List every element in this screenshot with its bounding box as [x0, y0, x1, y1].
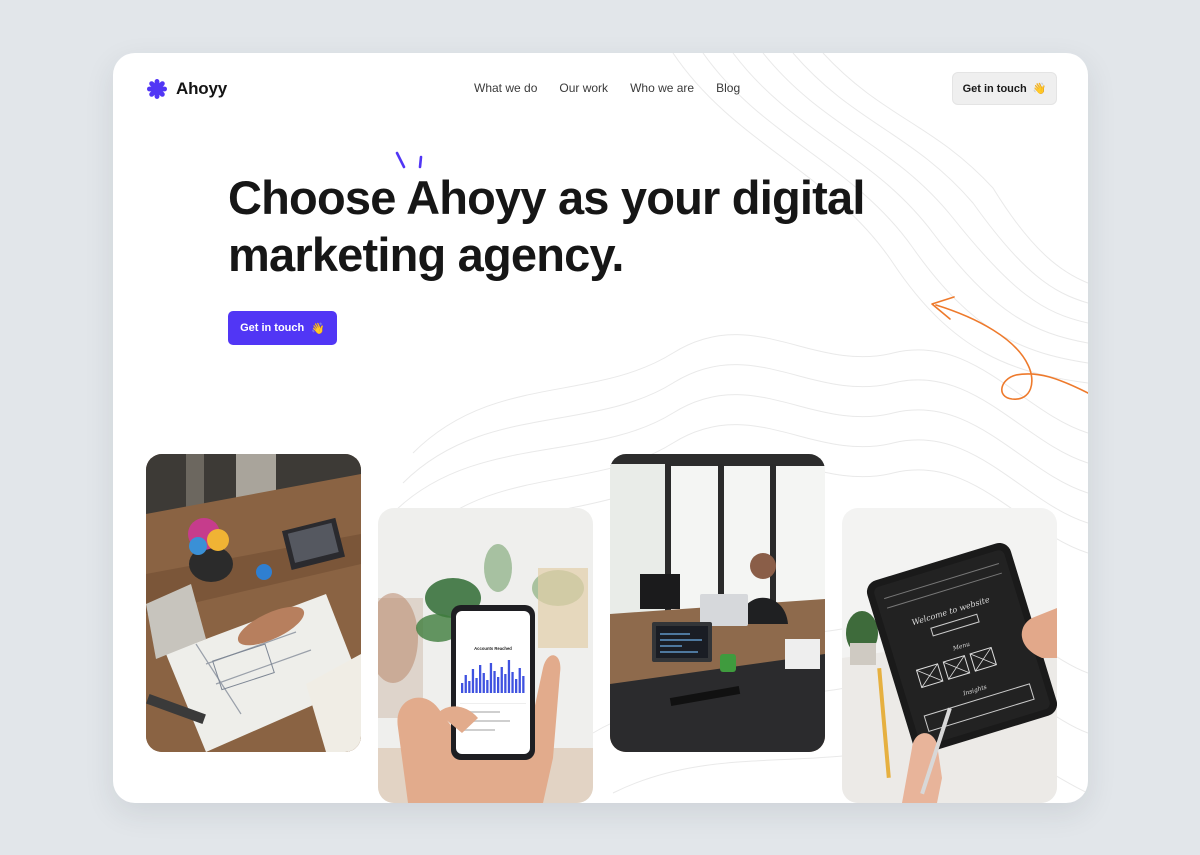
- logo[interactable]: Ahoyy: [146, 77, 227, 101]
- nav-item-who-we-are[interactable]: Who we are: [630, 81, 694, 95]
- header-get-in-touch-button[interactable]: Get in touch 👋: [952, 72, 1057, 105]
- phone-chart-bar: [464, 675, 467, 693]
- phone-chart-bar: [461, 683, 464, 693]
- photo-tablet-wireframe: Welcome to website Menu Insights: [842, 508, 1057, 803]
- nav-item-blog[interactable]: Blog: [716, 81, 740, 95]
- brand-name: Ahoyy: [176, 79, 227, 98]
- arrow-doodle-icon: [931, 296, 1088, 400]
- photo-phone-analytics: Accounts Reached: [378, 508, 593, 803]
- header-cta-label: Get in touch: [962, 82, 1027, 95]
- phone-chart-bar: [475, 678, 478, 693]
- waving-hand-icon: 👋: [1032, 83, 1047, 95]
- nav-item-our-work[interactable]: Our work: [559, 81, 608, 95]
- phone-chart-bar: [471, 669, 475, 693]
- phone-chart-bar: [515, 679, 518, 693]
- phone-chart-bar: [504, 674, 507, 693]
- photo-office-worker: [610, 454, 825, 752]
- hero-title-line-1: Choose Ahoyy as your digital: [228, 171, 865, 224]
- hero-get-in-touch-button[interactable]: Get in touch 👋: [228, 311, 337, 345]
- phone-chart-bar: [500, 667, 503, 693]
- hero-title-line-2: marketing agency.: [228, 228, 624, 281]
- browser-window: Ahoyy What we do Our work Who we are Blo…: [113, 53, 1088, 803]
- hero-title: Choose Ahoyy as your digital marketing a…: [228, 169, 928, 283]
- phone-chart-bar: [482, 673, 485, 693]
- phone-chart-bar: [507, 660, 511, 693]
- phone-chart-bar: [518, 668, 521, 693]
- photo-architect-desk: [146, 454, 361, 752]
- phone-chart-bar: [468, 681, 471, 693]
- asterisk-logo-icon: [147, 79, 167, 99]
- phone-screen-title: Accounts Reached: [474, 646, 512, 651]
- phone-chart-bar: [486, 680, 489, 693]
- nav-item-what-we-do[interactable]: What we do: [474, 81, 537, 95]
- phone-chart-bar: [511, 672, 514, 693]
- phone-chart-bar: [479, 665, 482, 693]
- hero-cta-label: Get in touch: [240, 322, 305, 334]
- phone-chart-bar: [497, 677, 500, 693]
- phone-chart-bar: [493, 671, 496, 693]
- main-nav: What we do Our work Who we are Blog: [474, 81, 740, 95]
- phone-chart-bar: [522, 676, 525, 693]
- phone-chart-bar: [489, 663, 493, 693]
- waving-hand-icon: 👋: [311, 322, 325, 335]
